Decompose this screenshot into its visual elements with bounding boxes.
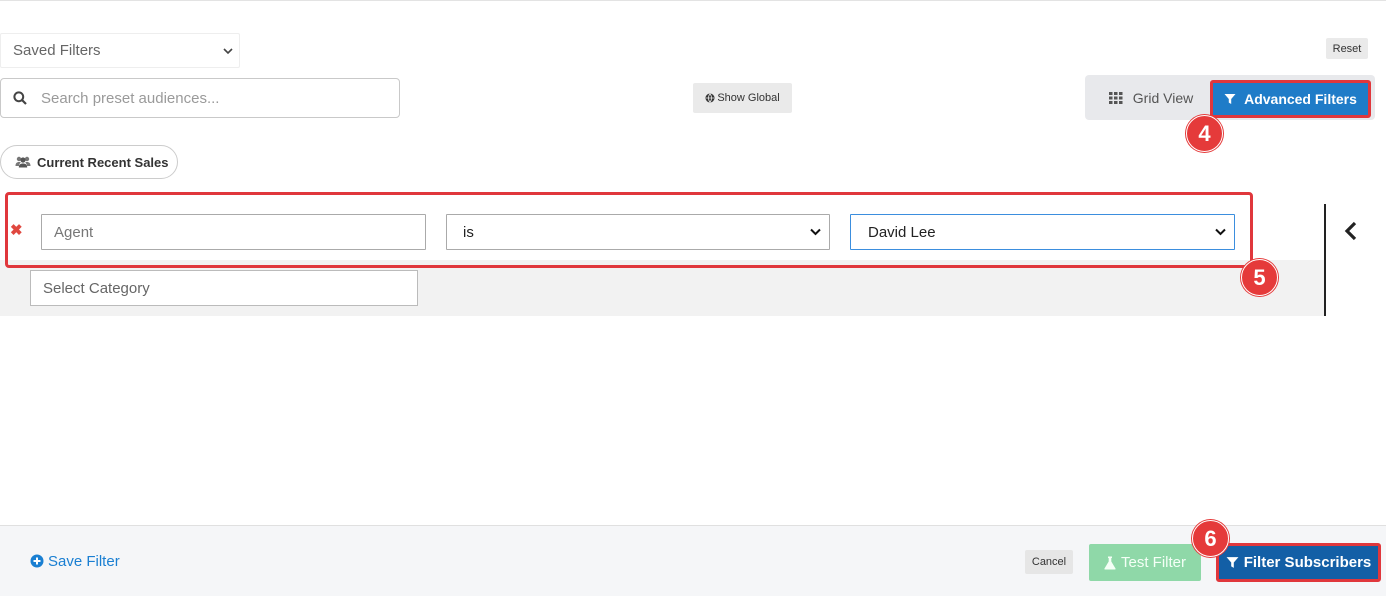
preset-chip-current-recent-sales[interactable]: Current Recent Sales (0, 145, 178, 179)
save-filter-label: Save Filter (48, 552, 120, 570)
remove-rule-icon[interactable]: ✖ (10, 223, 23, 238)
grid-view-label: Grid View (1132, 90, 1194, 106)
rule-value: David Lee (868, 223, 936, 241)
grid-view-button[interactable]: Grid View (1095, 80, 1207, 116)
flask-icon (1104, 556, 1116, 569)
rule-operator-select[interactable]: is (446, 214, 830, 250)
top-divider (0, 0, 1386, 1)
test-filter-button[interactable]: Test Filter (1089, 544, 1201, 581)
users-icon (15, 156, 31, 168)
search-icon (13, 91, 27, 105)
rule-value-select[interactable]: David Lee (850, 214, 1235, 250)
panel-divider (1324, 204, 1326, 316)
chevron-left-icon[interactable] (1340, 220, 1362, 242)
rule-field-placeholder: Agent (54, 223, 94, 241)
plus-circle-icon (30, 554, 44, 568)
filter-subscribers-label: Filter Subscribers (1243, 554, 1372, 571)
search-field[interactable] (0, 78, 400, 118)
filter-icon (1224, 94, 1236, 104)
filter-icon (1226, 557, 1239, 568)
cancel-button[interactable]: Cancel (1025, 550, 1073, 574)
advanced-filters-label: Advanced Filters (1244, 91, 1357, 107)
chevron-down-icon (1215, 228, 1226, 236)
globe-icon (705, 93, 715, 103)
rule-field-input[interactable]: Agent (41, 214, 426, 250)
chevron-down-icon (223, 47, 233, 54)
grid-icon (1108, 92, 1123, 104)
save-filter-link[interactable]: Save Filter (30, 551, 120, 571)
filter-subscribers-button[interactable]: Filter Subscribers (1216, 543, 1381, 582)
show-global-button[interactable]: Show Global (693, 83, 792, 113)
search-input[interactable] (41, 89, 381, 107)
saved-filters-select[interactable]: Saved Filters (0, 33, 240, 68)
show-global-label: Show Global (717, 92, 780, 104)
step-marker-6: 6 (1192, 520, 1229, 557)
step-marker-4: 4 (1186, 115, 1223, 152)
test-filter-label: Test Filter (1120, 554, 1186, 571)
preset-chip-label: Current Recent Sales (37, 154, 169, 170)
reset-button[interactable]: Reset (1326, 38, 1368, 59)
advanced-filters-button[interactable]: Advanced Filters (1210, 80, 1371, 118)
rule-operator-value: is (463, 223, 474, 241)
chevron-down-icon (810, 228, 821, 236)
select-category-placeholder: Select Category (43, 279, 150, 297)
select-category-input[interactable]: Select Category (30, 270, 418, 306)
saved-filters-value: Saved Filters (13, 42, 101, 59)
step-marker-5: 5 (1241, 259, 1278, 296)
